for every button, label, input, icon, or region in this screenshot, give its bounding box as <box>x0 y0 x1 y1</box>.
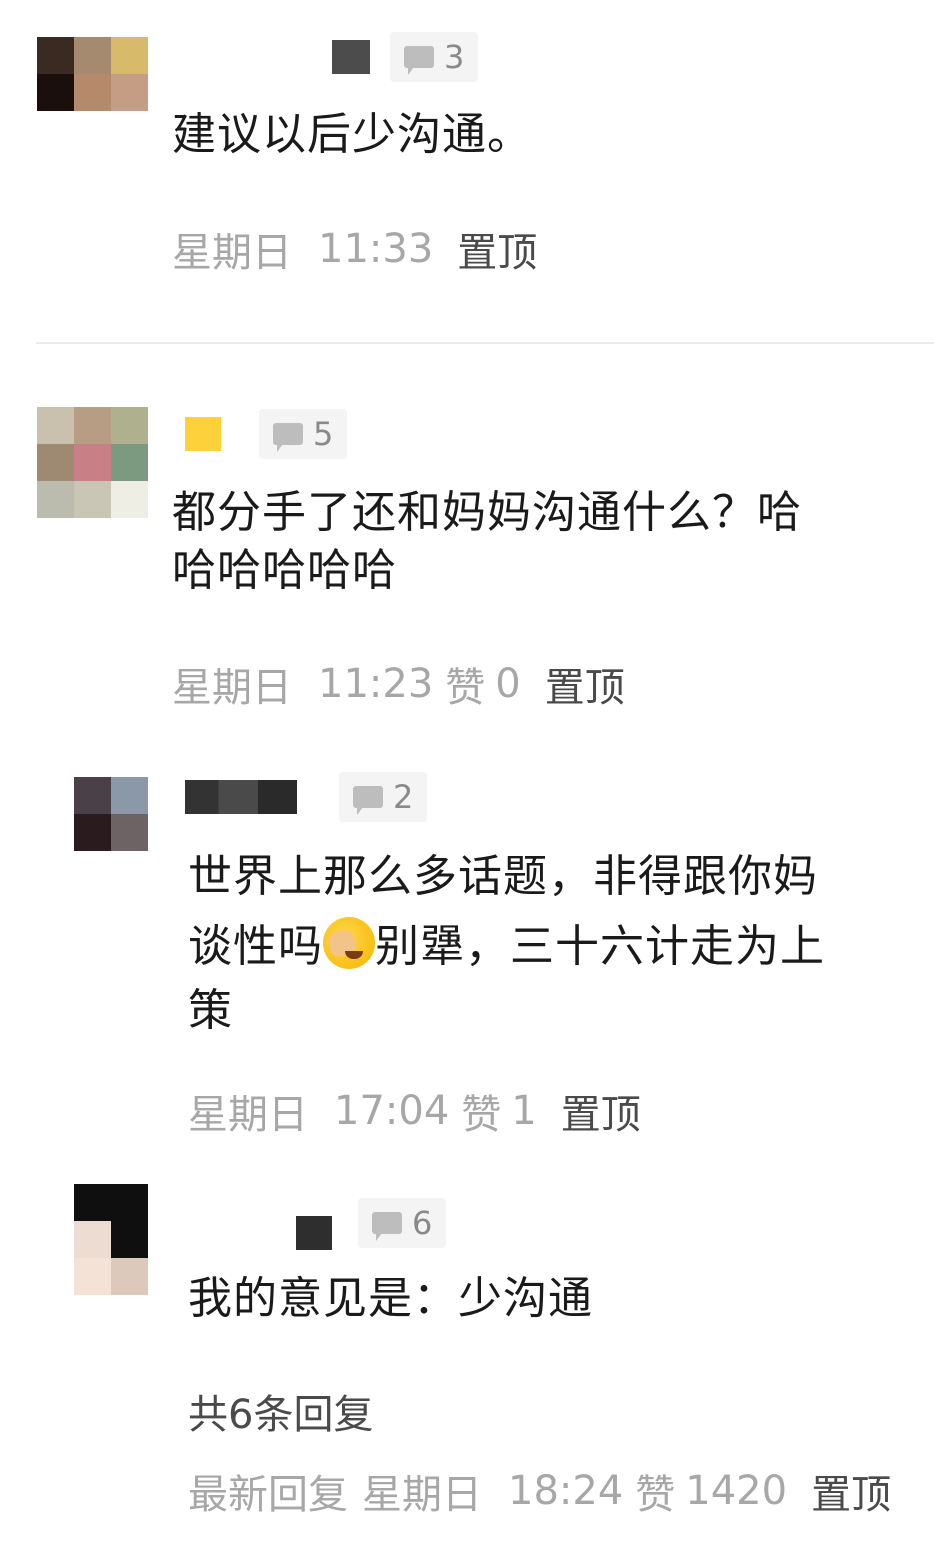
like-label[interactable]: 赞 <box>635 1462 675 1520</box>
like-count: 1420 <box>685 1468 788 1514</box>
comment-1: 3 建议以后少沟通。 星期日 11:33 置顶 <box>0 0 934 340</box>
avatar[interactable] <box>37 407 148 518</box>
comment-meta: 星期日 11:23 赞 0 置顶 <box>172 655 625 713</box>
avatar[interactable] <box>37 37 148 111</box>
username[interactable] <box>296 1216 332 1250</box>
pin-button[interactable]: 置顶 <box>457 220 537 278</box>
comment-time: 18:24 <box>508 1468 624 1514</box>
divider <box>36 342 934 344</box>
comment-text-line: 策 <box>188 985 233 1036</box>
pin-button[interactable]: 置顶 <box>545 655 625 713</box>
reply-count: 5 <box>313 415 334 453</box>
username[interactable] <box>332 40 370 74</box>
reply-count-badge[interactable]: 5 <box>259 409 348 459</box>
comment-bubble-icon <box>273 423 303 452</box>
comment-day: 星期日 <box>172 665 292 711</box>
view-all-replies-link[interactable]: 共6条回复 <box>188 1382 373 1440</box>
username[interactable] <box>185 417 221 451</box>
reply-count-badge[interactable]: 3 <box>390 32 479 82</box>
comment-text-line: 哈哈哈哈哈 <box>172 545 397 596</box>
comment-text-line: 都分手了还和妈妈沟通什么？哈 <box>172 487 802 538</box>
comment-text: 世界上那么多话题，非得跟你妈 谈性吗 别犟，三十六计走为上 策 <box>188 842 825 1040</box>
reply-count: 6 <box>412 1204 433 1242</box>
comment-day: 星期日 <box>362 1472 482 1518</box>
username-row: 5 <box>185 409 348 459</box>
like-label[interactable]: 赞 <box>461 1082 501 1140</box>
comment-text: 都分手了还和妈妈沟通什么？哈 哈哈哈哈哈 <box>172 484 802 600</box>
comment-meta: 最新回复 星期日 18:24 赞 1420 置顶 <box>188 1462 891 1520</box>
comment-text-line: 谈性吗 别犟，三十六计走为上 <box>188 912 825 982</box>
comment-bubble-icon <box>353 786 383 815</box>
comment-day: 星期日 <box>172 230 292 276</box>
comment-text-line: 世界上那么多话题，非得跟你妈 <box>188 851 818 902</box>
like-count: 1 <box>511 1088 537 1134</box>
username-row: 2 <box>185 772 428 822</box>
comment-text: 建议以后少沟通。 <box>172 109 532 160</box>
latest-reply-label: 最新回复 <box>188 1472 348 1518</box>
pin-button[interactable]: 置顶 <box>561 1082 641 1140</box>
comment-bubble-icon <box>372 1212 402 1241</box>
like-label[interactable]: 赞 <box>445 655 485 713</box>
comment-time: 11:33 <box>318 226 434 272</box>
pin-button[interactable]: 置顶 <box>811 1462 891 1520</box>
comment-day: 星期日 <box>188 1092 308 1138</box>
facepalm-laugh-emoji <box>323 917 375 969</box>
like-count: 0 <box>495 661 521 707</box>
reply-count: 2 <box>393 778 414 816</box>
avatar[interactable] <box>74 777 148 851</box>
username-row: 3 <box>332 32 479 82</box>
comment-meta: 星期日 11:33 置顶 <box>172 220 537 278</box>
comment-meta: 星期日 17:04 赞 1 置顶 <box>188 1082 641 1140</box>
comment-time: 11:23 <box>318 661 434 707</box>
comment-bubble-icon <box>404 46 434 75</box>
username[interactable] <box>185 780 297 814</box>
reply-count-badge[interactable]: 2 <box>339 772 428 822</box>
comment-text: 我的意见是：少沟通 <box>188 1273 593 1324</box>
avatar[interactable] <box>74 1184 148 1295</box>
reply-count: 3 <box>444 38 465 76</box>
reply-count-badge[interactable]: 6 <box>358 1198 447 1248</box>
username-row: 6 <box>296 1198 447 1250</box>
comment-time: 17:04 <box>334 1088 450 1134</box>
